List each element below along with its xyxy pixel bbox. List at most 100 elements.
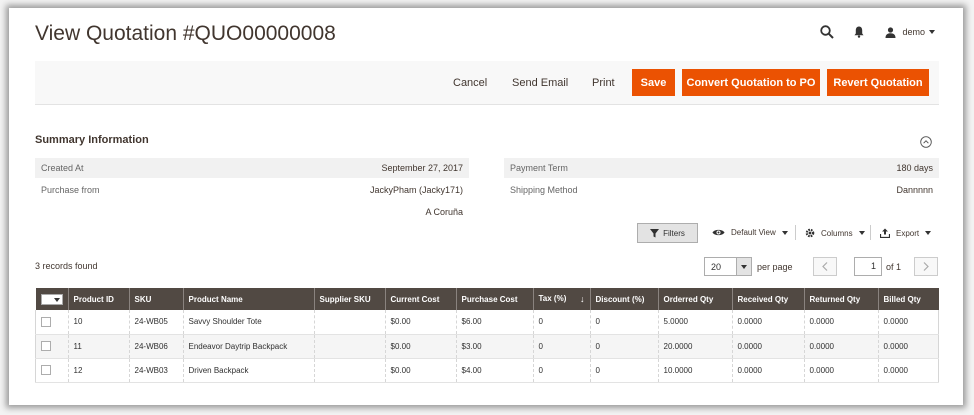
info-created-at: Created At September 27, 2017 xyxy=(35,158,469,178)
table-cell: 0.0000 xyxy=(877,358,939,383)
table-cell: $3.00 xyxy=(455,334,533,359)
table-cell: 0 xyxy=(589,358,658,383)
column-header[interactable]: Received Qty xyxy=(731,288,804,310)
collapse-icon[interactable] xyxy=(920,136,932,148)
filter-icon xyxy=(650,228,660,237)
table-cell: 0.0000 xyxy=(803,334,878,359)
records-count: 3 records found xyxy=(35,261,98,271)
table-cell: 0.0000 xyxy=(731,358,804,383)
table-cell: 0 xyxy=(532,358,590,383)
row-select-cell[interactable] xyxy=(35,358,68,383)
column-header[interactable]: Product Name xyxy=(182,288,314,310)
columns-dropdown[interactable]: Columns xyxy=(805,228,865,238)
grid-header-row: Product ID SKU Product Name Supplier SKU… xyxy=(35,288,939,310)
chevron-down-icon xyxy=(736,258,751,275)
export-dropdown[interactable]: Export xyxy=(880,228,932,238)
column-header[interactable]: Discount (%) xyxy=(589,288,658,310)
row-select-cell[interactable] xyxy=(35,334,68,359)
convert-to-po-button[interactable]: Convert Quotation to PO xyxy=(682,69,820,96)
chevron-down-icon xyxy=(858,231,865,235)
table-row[interactable]: 10 24-WB05 Savvy Shoulder Tote $0.00 $6.… xyxy=(35,310,939,335)
column-header[interactable]: SKU xyxy=(128,288,183,310)
summary-section-title: Summary Information xyxy=(35,134,149,146)
row-checkbox[interactable] xyxy=(41,316,51,327)
user-icon xyxy=(885,26,896,38)
filters-button[interactable]: Filters xyxy=(637,223,698,243)
info-value: JackyPham (Jacky171) xyxy=(369,185,463,195)
info-label: Shipping Method xyxy=(510,185,578,195)
table-cell: 5.0000 xyxy=(657,310,732,335)
chevron-down-icon xyxy=(925,231,932,235)
sort-arrow-icon: ↓ xyxy=(580,294,585,304)
column-header[interactable]: Returned Qty xyxy=(803,288,878,310)
info-value: September 27, 2017 xyxy=(381,163,463,173)
previous-page-button[interactable] xyxy=(813,257,837,276)
table-cell: Driven Backpack xyxy=(182,358,314,383)
row-checkbox[interactable] xyxy=(41,365,51,375)
user-menu[interactable]: demo xyxy=(885,26,935,38)
column-header-sorted[interactable]: Tax (%) ↓ xyxy=(532,288,590,310)
default-view-dropdown[interactable]: Default View xyxy=(712,228,788,237)
print-button[interactable]: Print xyxy=(592,77,615,89)
columns-label: Columns xyxy=(821,228,853,238)
table-row[interactable]: 11 24-WB06 Endeavor Daytrip Backpack $0.… xyxy=(35,334,939,359)
column-header[interactable]: Product ID xyxy=(67,288,129,310)
info-value: 180 days xyxy=(896,163,933,173)
table-cell: 0 xyxy=(589,334,658,359)
page-actions-bar: Cancel Send Email Print Save Convert Quo… xyxy=(35,61,939,105)
info-payment-term: Payment Term 180 days xyxy=(504,158,939,178)
chevron-right-icon xyxy=(923,262,929,271)
chevron-left-icon xyxy=(822,262,828,271)
revert-quotation-button[interactable]: Revert Quotation xyxy=(827,69,929,96)
table-row[interactable]: 12 24-WB03 Driven Backpack $0.00 $4.00 0… xyxy=(35,358,939,383)
info-purchase-from: Purchase from JackyPham (Jacky171) xyxy=(35,180,469,200)
export-label: Export xyxy=(896,228,920,238)
table-cell: $0.00 xyxy=(384,310,456,335)
info-label: Purchase from xyxy=(41,185,100,195)
bell-icon[interactable] xyxy=(853,25,865,39)
filters-label: Filters xyxy=(663,228,685,238)
table-cell xyxy=(313,334,385,359)
per-page-value: 20 xyxy=(711,262,722,272)
default-view-label: Default View xyxy=(731,228,776,237)
row-select-cell[interactable] xyxy=(35,310,68,335)
page-number-input[interactable]: 1 xyxy=(854,257,882,276)
info-label: Payment Term xyxy=(510,163,568,173)
column-header[interactable]: Supplier SKU xyxy=(313,288,385,310)
chevron-down-icon xyxy=(929,30,935,34)
table-cell: 10.0000 xyxy=(657,358,732,383)
table-cell: 0.0000 xyxy=(803,358,878,383)
next-page-button[interactable] xyxy=(914,257,938,276)
page-frame: View Quotation #QUO00000008 demo Cancel … xyxy=(9,8,963,405)
table-cell: 10 xyxy=(67,310,129,335)
table-cell: 11 xyxy=(67,334,129,359)
cancel-button[interactable]: Cancel xyxy=(453,77,487,89)
column-header-label: Tax (%) xyxy=(538,294,567,303)
per-page-select[interactable]: 20 xyxy=(704,257,752,276)
save-button[interactable]: Save xyxy=(632,69,675,96)
table-cell: 24-WB03 xyxy=(128,358,183,383)
column-header[interactable]: Purchase Cost xyxy=(455,288,533,310)
table-cell: $0.00 xyxy=(384,358,456,383)
column-header[interactable]: Billed Qty xyxy=(877,288,939,310)
toolbar-divider xyxy=(795,225,796,240)
table-cell: 24-WB06 xyxy=(128,334,183,359)
per-page-label: per page xyxy=(757,262,793,272)
table-cell: $0.00 xyxy=(384,334,456,359)
mass-select-checkbox[interactable] xyxy=(40,293,63,305)
column-header[interactable]: Orderred Qty xyxy=(657,288,732,310)
column-header[interactable]: Current Cost xyxy=(384,288,456,310)
send-email-button[interactable]: Send Email xyxy=(512,77,568,89)
table-cell: 20.0000 xyxy=(657,334,732,359)
table-cell: Savvy Shoulder Tote xyxy=(182,310,314,335)
table-cell xyxy=(313,358,385,383)
table-cell: 0 xyxy=(589,310,658,335)
table-cell xyxy=(313,310,385,335)
table-cell: $6.00 xyxy=(455,310,533,335)
search-icon[interactable] xyxy=(819,24,835,40)
row-checkbox[interactable] xyxy=(41,341,51,351)
table-cell: 12 xyxy=(67,358,129,383)
table-cell: 0.0000 xyxy=(731,310,804,335)
mass-select-header[interactable] xyxy=(35,288,68,310)
eye-icon xyxy=(712,229,725,236)
